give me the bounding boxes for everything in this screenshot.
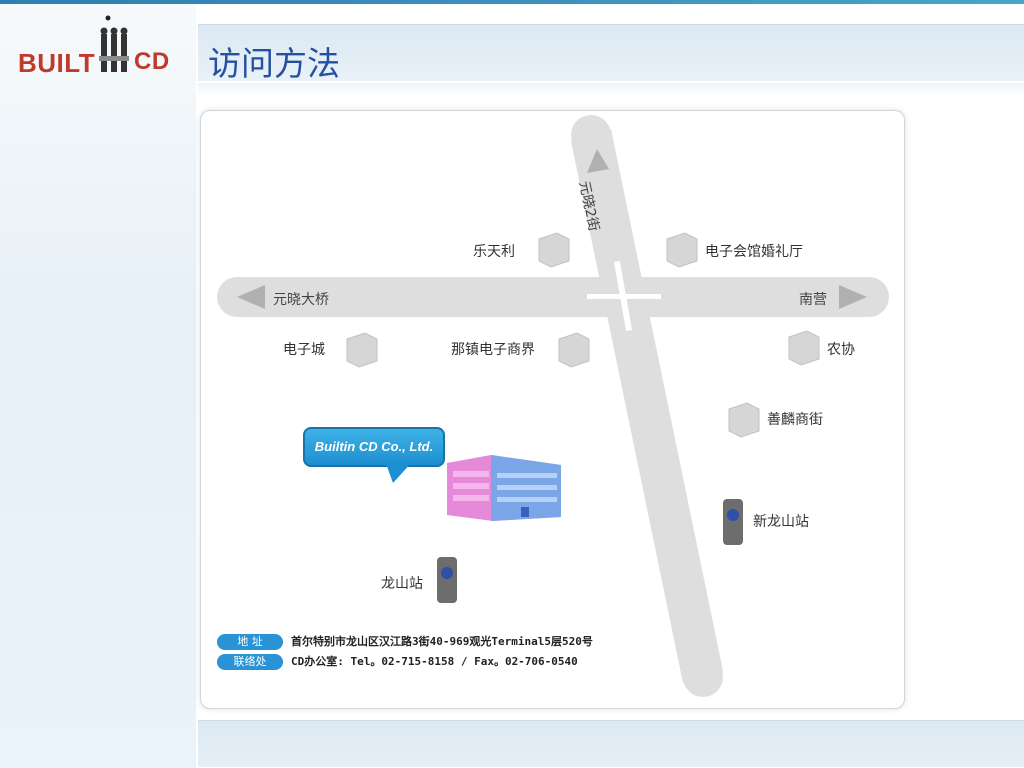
- left-sidebar-strip: [0, 4, 196, 768]
- logo-figures-icon: [99, 15, 129, 72]
- building-cube-icon: [346, 232, 820, 438]
- address-pill: 地 址: [217, 634, 283, 650]
- landmark-label: 农协: [827, 342, 855, 358]
- contact-pill: 联络处: [217, 654, 283, 670]
- road-label-east: 南营: [799, 292, 827, 308]
- page-title: 访问方法: [208, 47, 340, 83]
- landmark-label: 乐天利: [473, 244, 515, 260]
- company-logo: BUILT CD: [14, 14, 184, 94]
- company-building-icon: [447, 455, 561, 521]
- landmark-label: 善麟商街: [767, 412, 823, 428]
- landmark-label: 那镇电子商界: [451, 342, 535, 358]
- contact-text: CD办公室: Tel。02-715-8158 / Fax。02-706-0540: [291, 655, 578, 668]
- station-label: 新龙山站: [753, 514, 809, 530]
- landmark-label: 电子城: [283, 342, 325, 358]
- logo-text-right: CD: [134, 48, 170, 75]
- contact-row: 联络处 CD办公室: Tel。02-715-8158 / Fax。02-706-0…: [217, 653, 578, 670]
- company-callout: Builtin CD Co., Ltd.: [303, 427, 445, 467]
- station-label: 龙山站: [381, 576, 423, 592]
- title-bar: 访问方法: [198, 24, 1024, 97]
- road-label-west: 元晓大桥: [273, 292, 329, 308]
- landmark-label: 电子会馆婚礼厅: [705, 244, 803, 260]
- address-text: 首尔特别市龙山区汉江路3街40-969观光Terminal5层520号: [291, 635, 593, 648]
- location-map: 乐天利 电子会馆婚礼厅 电子城 那镇电子商界 农协 善麟商街 元晓大桥 南营 元…: [200, 110, 905, 709]
- logo-text-left: BUILT: [18, 48, 96, 78]
- bottom-bar: [198, 720, 1024, 767]
- address-row: 地 址首尔特别市龙山区汉江路3街40-969观光Terminal5层520号: [217, 633, 593, 650]
